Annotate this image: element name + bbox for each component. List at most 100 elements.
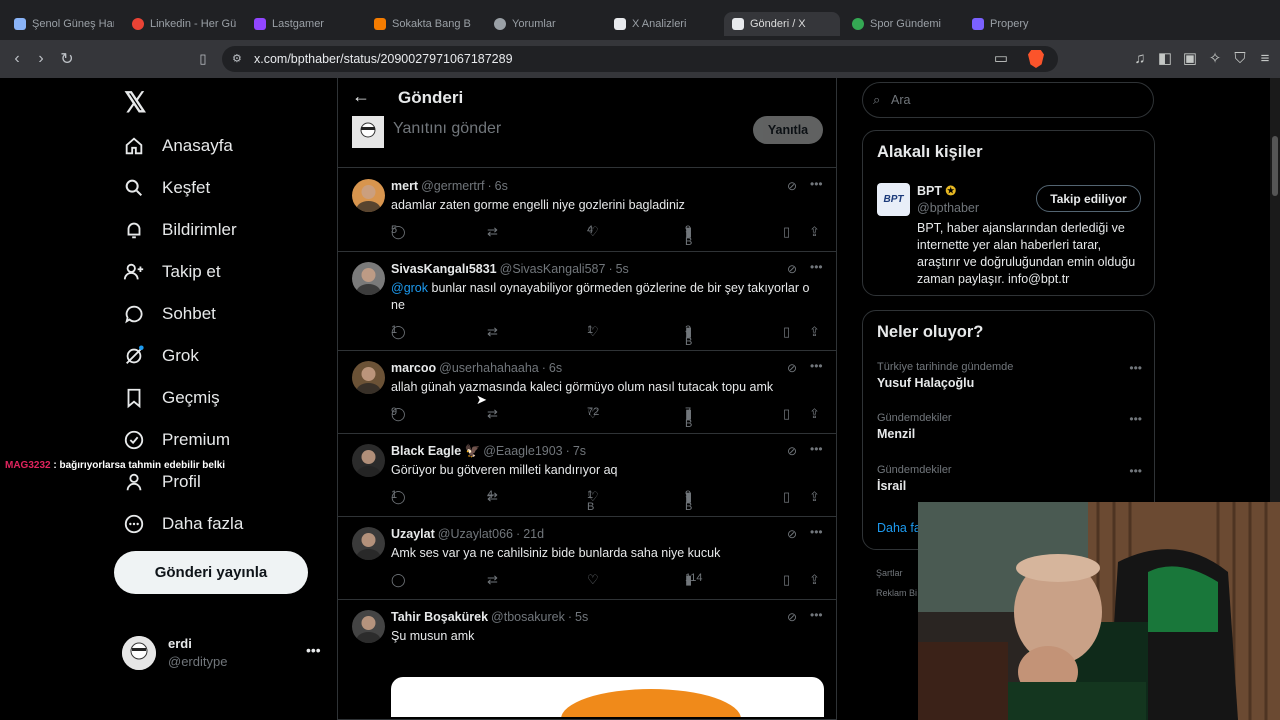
url-bar[interactable]: ⚙ x.com/bpthaber/status/20900279710671872… xyxy=(222,46,1058,72)
author-name[interactable]: Uzaylat xyxy=(391,527,435,541)
more-dots-icon[interactable]: ••• xyxy=(810,442,823,456)
tweet-time[interactable]: 5s xyxy=(616,262,629,276)
author-handle[interactable]: @userhahahaaha xyxy=(439,361,539,375)
browser-tab[interactable]: Sokakta Bang B xyxy=(374,12,474,36)
menu-icon[interactable]: ≡ xyxy=(1255,49,1275,69)
tweet-time[interactable]: 7s xyxy=(573,444,586,458)
tweet-item[interactable]: mert @germertrf · 6s ⊘ ••• adamlar zaten go… xyxy=(338,169,836,252)
author-handle[interactable]: @germertrf xyxy=(421,179,484,193)
avatar[interactable] xyxy=(352,444,385,477)
reload-icon[interactable]: ↻ xyxy=(56,48,78,70)
forward-nav-icon[interactable]: › xyxy=(30,48,52,70)
author-handle[interactable]: @tbosakurek xyxy=(491,610,565,624)
trend-item[interactable]: Türkiye tarihinde gündemde Yusuf Halaçoğl… xyxy=(877,361,1142,390)
browser-tab[interactable]: Yorumlar xyxy=(494,12,594,36)
vpn-icon[interactable]: ⛉ xyxy=(1230,49,1250,69)
leo-ai-icon[interactable]: ✧ xyxy=(1205,49,1225,69)
author-handle[interactable]: @SivasKangali587 xyxy=(500,262,606,276)
tweet-body: allah günah yazmasında kaleci görmüyo ol… xyxy=(391,380,774,394)
nav-item-bookmarks[interactable]: Geçmiş xyxy=(122,380,220,416)
more-dots-icon[interactable]: ••• xyxy=(810,359,823,373)
mention-link[interactable]: @grok xyxy=(391,281,428,295)
bpt-avatar[interactable]: BPT xyxy=(877,183,910,216)
bookmark-page-icon[interactable]: ▯ xyxy=(192,48,214,70)
grok-explain-icon[interactable]: ⊘ xyxy=(787,527,797,541)
wallet-icon[interactable]: ▣ xyxy=(1180,49,1200,69)
browser-tab[interactable]: Lastgamer xyxy=(254,12,354,36)
author-name[interactable]: Tahir Boşakürek xyxy=(391,610,488,624)
nav-item-notifications[interactable]: Bildirimler xyxy=(122,212,237,248)
grok-explain-icon[interactable]: ⊘ xyxy=(787,262,797,276)
site-info-icon[interactable]: ⚙ xyxy=(232,52,244,65)
more-dots-icon[interactable]: ••• xyxy=(1129,412,1142,426)
trend-item[interactable]: Gündemdekiler İsrail ••• xyxy=(877,464,1142,493)
tweet-item[interactable]: marcoo @userhahahaaha · 6s ⊘ ••• allah güna… xyxy=(338,351,836,434)
more-dots-icon[interactable]: ••• xyxy=(810,525,823,539)
x-logo-icon[interactable]: 𝕏 xyxy=(124,86,147,119)
reply-button[interactable]: Yanıtla xyxy=(753,116,823,144)
author-handle[interactable]: @Eaagle1903 xyxy=(483,444,562,458)
author-name[interactable]: marcoo xyxy=(391,361,436,375)
tweet-time[interactable]: 5s xyxy=(575,610,588,624)
tweet-item[interactable]: SivasKangalı5831 @SivasKangali587 · 5s ⊘ ••… xyxy=(338,252,836,351)
tweet-item[interactable]: Uzaylat @Uzaylat066 · 21d ⊘ ••• Amk ses var… xyxy=(338,517,836,600)
account-name[interactable]: BPT ✪ xyxy=(917,183,956,198)
scrollbar-thumb[interactable] xyxy=(1272,136,1278,196)
browser-tab[interactable]: Linkedin - Her Gün xyxy=(132,12,237,36)
grok-explain-icon[interactable]: ⊘ xyxy=(787,444,797,458)
more-dots-icon[interactable]: ••• xyxy=(1129,464,1142,478)
avatar[interactable] xyxy=(352,179,385,212)
tweet-time[interactable]: 6s xyxy=(495,179,508,193)
show-more-link[interactable]: Daha fa xyxy=(877,521,921,535)
trend-item[interactable]: Gündemdekiler Menzil ••• xyxy=(877,412,1142,441)
more-dots-icon[interactable]: ••• xyxy=(1129,361,1142,375)
browser-tab[interactable]: Şenol Güneş Hangi xyxy=(14,12,114,36)
media-icon[interactable]: ♫ xyxy=(1130,49,1150,69)
nav-item-premium[interactable]: Premium xyxy=(122,422,230,458)
author-name[interactable]: SivasKangalı5831 xyxy=(391,262,497,276)
reply-input[interactable]: Yanıtını gönder xyxy=(393,120,501,138)
post-button[interactable]: Gönderi yayınla xyxy=(114,551,308,594)
following-button[interactable]: Takip ediliyor xyxy=(1036,185,1141,212)
author-name[interactable]: Black Eagle 🦅 xyxy=(391,444,480,458)
footer-link[interactable]: Şartlar xyxy=(876,568,903,578)
avatar[interactable] xyxy=(352,610,385,643)
more-dots-icon[interactable]: ••• xyxy=(306,642,321,658)
avatar[interactable] xyxy=(352,262,385,295)
nav-item-grok[interactable]: Grok xyxy=(122,338,199,374)
sidebar-icon[interactable]: ◧ xyxy=(1155,49,1175,69)
back-nav-icon[interactable]: ‹ xyxy=(6,48,28,70)
back-arrow-icon[interactable]: ← xyxy=(352,86,370,107)
more-dots-icon[interactable]: ••• xyxy=(810,608,823,622)
cast-icon[interactable]: ▭ xyxy=(991,49,1011,69)
nav-item-more[interactable]: Daha fazla xyxy=(122,506,243,542)
author-handle[interactable]: @Uzaylat066 xyxy=(438,527,513,541)
nav-item-explore[interactable]: Keşfet xyxy=(122,170,210,206)
browser-tab[interactable]: Propery xyxy=(972,12,1072,36)
footer-link[interactable]: Reklam Bi xyxy=(876,588,917,598)
avatar[interactable] xyxy=(352,361,385,394)
nav-item-chat[interactable]: Sohbet xyxy=(122,296,216,332)
browser-tab-active[interactable]: Gönderi / X xyxy=(724,12,840,36)
tweet-item[interactable]: Tahir Boşakürek @tbosakurek · 5s ⊘ ••• Şu m… xyxy=(338,600,836,720)
tweet-media[interactable] xyxy=(391,677,824,717)
tab-label: Linkedin - Her Gün xyxy=(150,18,237,30)
search-input[interactable]: ⌕ Ara xyxy=(862,82,1154,118)
tweet-item[interactable]: Black Eagle 🦅 @Eaagle1903 · 7s ⊘ ••• Görüyo… xyxy=(338,434,836,517)
more-dots-icon[interactable]: ••• xyxy=(810,260,823,274)
nav-item-home[interactable]: Anasayfa xyxy=(122,128,233,164)
tweet-time[interactable]: 21d xyxy=(523,527,544,541)
tab-favicon-icon xyxy=(494,18,506,30)
grok-explain-icon[interactable]: ⊘ xyxy=(787,179,797,193)
account-switcher[interactable]: erdi @erditype ••• xyxy=(122,636,332,672)
grok-explain-icon[interactable]: ⊘ xyxy=(787,610,797,624)
tweet-time[interactable]: 6s xyxy=(549,361,562,375)
browser-tab[interactable]: Spor Gündemi xyxy=(852,12,952,36)
nav-item-follow[interactable]: Takip et xyxy=(122,254,221,290)
avatar[interactable] xyxy=(352,527,385,560)
browser-tab[interactable]: X Analizleri xyxy=(614,12,714,36)
nav-label: Takip et xyxy=(162,262,221,281)
more-dots-icon[interactable]: ••• xyxy=(810,177,823,191)
author-name[interactable]: mert xyxy=(391,179,418,193)
grok-explain-icon[interactable]: ⊘ xyxy=(787,361,797,375)
